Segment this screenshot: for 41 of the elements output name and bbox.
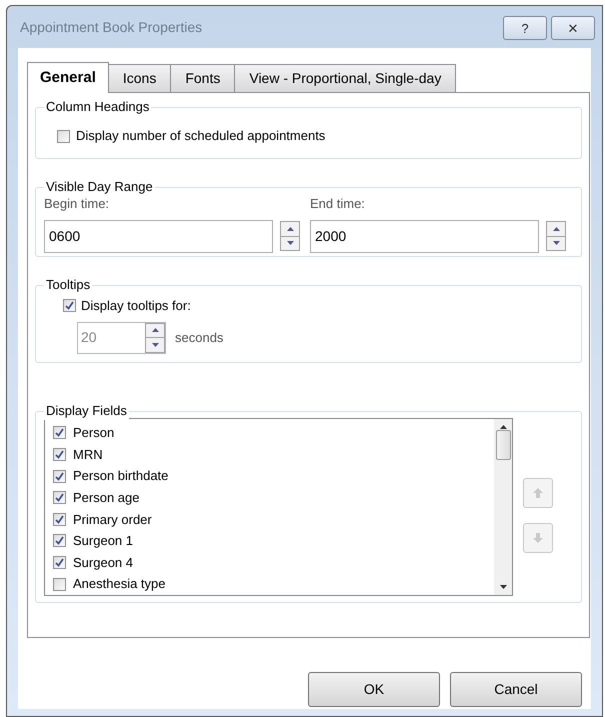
checkbox[interactable] (53, 491, 66, 504)
checkbox[interactable] (53, 556, 66, 570)
checkbox[interactable] (53, 578, 66, 591)
list-item[interactable]: Surgeon 4 (53, 552, 494, 574)
checkbox[interactable] (53, 448, 66, 461)
time-field[interactable]: 0600 (44, 220, 273, 252)
list-item[interactable]: Surgeon 1 (53, 530, 494, 552)
ok-button[interactable]: OK (308, 672, 440, 707)
checkbox-label: Display tooltips for: (81, 297, 191, 315)
arrow-up-icon (531, 486, 545, 500)
cancel-button[interactable]: Cancel (450, 672, 582, 707)
field-label: Begin time: (44, 195, 110, 213)
list-item[interactable]: Person (53, 422, 494, 444)
spin-buttons[interactable] (280, 221, 300, 251)
tab[interactable]: View - Proportional, Single-day (235, 64, 456, 92)
spin-buttons[interactable] (546, 221, 566, 251)
arrow-down-icon (531, 531, 545, 545)
tab[interactable]: General (27, 62, 109, 93)
scrollbar[interactable] (494, 419, 512, 595)
close-button[interactable]: ✕ (551, 16, 595, 40)
list-item[interactable]: MRN (53, 444, 494, 466)
help-button[interactable]: ? (503, 16, 547, 40)
scroll-thumb[interactable] (496, 430, 510, 460)
checkbox[interactable] (57, 130, 70, 142)
tab[interactable]: Fonts (171, 64, 236, 92)
time-field[interactable]: 2000 (310, 220, 539, 252)
window-title: Appointment Book Properties (19, 18, 202, 37)
scroll-down-icon[interactable] (500, 585, 506, 589)
list-item[interactable]: Anesthesia type (53, 573, 494, 595)
field-label: End time: (310, 195, 366, 213)
list-item[interactable]: Person age (53, 486, 494, 508)
checkbox[interactable] (53, 534, 66, 548)
list-item[interactable]: Primary order (53, 508, 494, 530)
checkbox-label: Display number of scheduled appointments (76, 127, 326, 146)
checkbox[interactable] (53, 470, 66, 483)
list-item[interactable]: Person birthdate (53, 465, 494, 487)
checkbox[interactable] (53, 512, 66, 526)
unit-label: seconds (175, 328, 224, 347)
checkbox[interactable] (53, 426, 66, 440)
checkbox[interactable] (63, 299, 76, 312)
tab[interactable]: Icons (108, 64, 172, 92)
